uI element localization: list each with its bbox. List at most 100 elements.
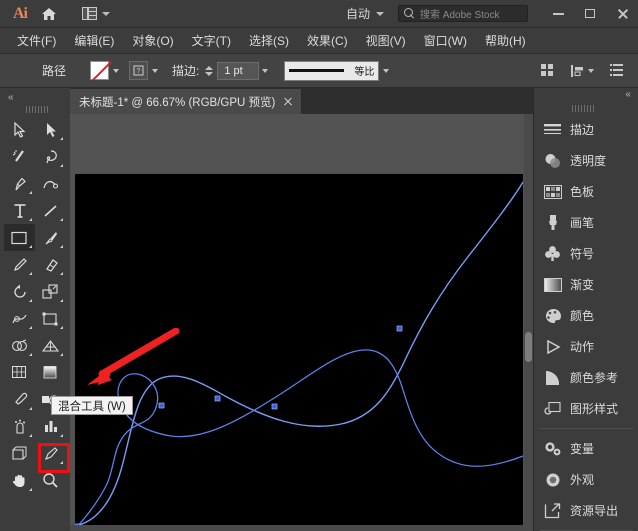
zoom-tool[interactable] [35, 467, 66, 494]
slice-tool[interactable] [35, 440, 66, 467]
gradient-icon [543, 275, 562, 294]
rotate-tool[interactable] [4, 278, 35, 305]
panel-item-actions[interactable]: 动作 [534, 331, 638, 362]
magic-wand-tool[interactable] [4, 143, 35, 170]
stroke-swatch[interactable]: ? [129, 61, 148, 80]
path-curve-1 [75, 182, 523, 526]
panel-drag-handle[interactable] [572, 105, 594, 112]
chevron-down-icon[interactable] [383, 69, 389, 73]
panel-item-appearance[interactable]: 外观 [534, 464, 638, 495]
close-button[interactable] [606, 0, 638, 28]
symbol-sprayer-tool[interactable] [4, 413, 35, 440]
expand-panels-icon[interactable]: « [625, 90, 631, 100]
search-icon [404, 8, 415, 19]
search-placeholder: 搜索 Adobe Stock [420, 6, 499, 21]
panel-drag-handle[interactable] [26, 106, 48, 113]
panel-item-brushes[interactable]: 画笔 [534, 207, 638, 238]
menu-effect[interactable]: 效果(C) [298, 29, 357, 52]
scale-tool[interactable] [35, 278, 66, 305]
paintbrush-tool[interactable] [35, 224, 66, 251]
panel-item-transparency[interactable]: 透明度 [534, 145, 638, 176]
panel-item-symbols[interactable]: 符号 [534, 238, 638, 269]
stroke-weight-stepper[interactable] [205, 64, 214, 78]
artboard[interactable] [75, 174, 523, 531]
menu-type[interactable]: 文字(T) [183, 29, 240, 52]
fill-swatch[interactable] [90, 61, 109, 80]
canvas-horizontal-scrollbar[interactable] [70, 525, 533, 531]
canvas-area[interactable] [70, 114, 533, 531]
tool-flyout-indicator [29, 191, 32, 194]
stroke-profile-dropdown[interactable]: 等比 [284, 61, 379, 81]
shape-builder-tool[interactable] [4, 332, 35, 359]
panel-item-swatches[interactable]: 色板 [534, 176, 638, 207]
type-tool[interactable] [4, 197, 35, 224]
search-input[interactable]: 搜索 Adobe Stock [398, 5, 528, 22]
variables-icon [543, 439, 562, 458]
hand-tool[interactable] [4, 467, 35, 494]
curvature-tool[interactable] [35, 170, 66, 197]
more-options-icon[interactable] [610, 64, 624, 77]
free-transform-tool[interactable] [35, 305, 66, 332]
swatches-icon [543, 182, 562, 201]
direct-selection-tool[interactable] [35, 116, 66, 143]
menu-edit[interactable]: 编辑(E) [65, 29, 123, 52]
document-tab-title: 未标题-1* @ 66.67% (RGB/GPU 预览) [79, 94, 275, 110]
document-tab[interactable]: 未标题-1* @ 66.67% (RGB/GPU 预览) [70, 89, 302, 114]
panel-item-stroke[interactable]: 描边 [534, 114, 638, 145]
line-segment-tool[interactable] [35, 197, 66, 224]
panel-item-variables[interactable]: 变量 [534, 433, 638, 464]
panel-label: 透明度 [570, 152, 606, 169]
lasso-tool[interactable] [35, 143, 66, 170]
panel-item-graphic-styles[interactable]: 图形样式 [534, 393, 638, 424]
chevron-down-icon[interactable] [262, 69, 268, 73]
tool-flyout-indicator [60, 272, 63, 275]
panel-item-gradient[interactable]: 渐变 [534, 269, 638, 300]
pen-tool[interactable] [4, 170, 35, 197]
mesh-tool[interactable] [4, 359, 35, 386]
panel-item-color-guide[interactable]: 颜色参考 [534, 362, 638, 393]
stroke-weight-field[interactable]: 1 pt [217, 62, 259, 80]
color-guide-icon [543, 368, 562, 387]
panel-icon-list: 描边 透明度 色板 画笔 [534, 114, 638, 531]
eyedropper-tool[interactable] [4, 386, 35, 413]
panel-item-color[interactable]: 颜色 [534, 300, 638, 331]
panels-dock: « 描边 透明度 色板 [533, 88, 638, 531]
chevron-down-icon[interactable] [152, 69, 158, 73]
chevron-down-icon[interactable] [113, 69, 119, 73]
panel-label: 渐变 [570, 276, 594, 293]
workspace-switcher[interactable]: 自动 [346, 5, 384, 22]
menu-file[interactable]: 文件(F) [8, 29, 65, 52]
tool-flyout-indicator [60, 353, 63, 356]
maximize-button[interactable] [574, 0, 606, 28]
gradient-tool[interactable] [35, 359, 66, 386]
canvas-vertical-scrollbar[interactable] [524, 114, 533, 531]
menu-view[interactable]: 视图(V) [357, 29, 415, 52]
perspective-grid-tool[interactable] [35, 332, 66, 359]
scrollbar-thumb[interactable] [525, 332, 532, 362]
tools-panel-header: « [0, 88, 70, 108]
collapse-panel-icon[interactable]: « [8, 93, 14, 103]
artboard-tool[interactable] [4, 440, 35, 467]
rectangle-tool[interactable] [4, 224, 35, 251]
eraser-tool[interactable] [35, 251, 66, 278]
menu-object[interactable]: 对象(O) [123, 29, 182, 52]
home-icon[interactable] [34, 0, 64, 28]
close-icon[interactable] [283, 97, 292, 106]
menu-window[interactable]: 窗口(W) [415, 29, 476, 52]
shaper-pencil-tool[interactable] [4, 251, 35, 278]
panel-label: 色板 [570, 183, 594, 200]
selection-tool[interactable] [4, 116, 35, 143]
panel-item-asset-export[interactable]: 资源导出 [534, 495, 638, 526]
column-graph-tool[interactable] [35, 413, 66, 440]
tool-flyout-indicator [29, 245, 32, 248]
arrange-documents-button[interactable] [82, 7, 110, 20]
chevron-down-icon[interactable] [588, 69, 594, 73]
symbols-icon [543, 244, 562, 263]
menu-select[interactable]: 选择(S) [240, 29, 298, 52]
minimize-button[interactable] [542, 0, 574, 28]
width-warp-tool[interactable] [4, 305, 35, 332]
align-grid-icon[interactable] [541, 64, 555, 78]
menu-help[interactable]: 帮助(H) [476, 29, 535, 52]
arrange-icon[interactable] [571, 64, 585, 78]
chevron-down-icon [376, 12, 384, 16]
